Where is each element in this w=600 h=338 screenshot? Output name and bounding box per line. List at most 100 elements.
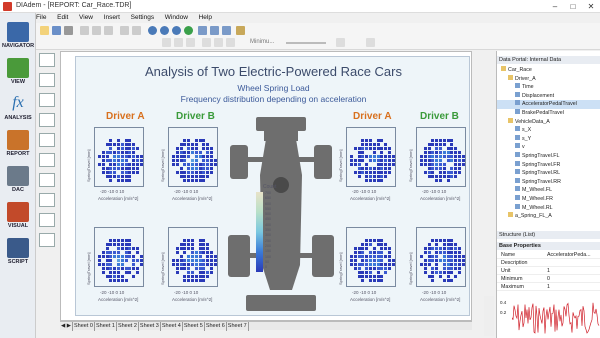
nav-dac[interactable]: DAC — [2, 166, 34, 200]
nav-visual[interactable]: VISUAL — [2, 202, 34, 236]
tree-item[interactable]: SpringTravel.FL — [497, 151, 600, 161]
3d-plot-icon[interactable] — [39, 213, 55, 227]
zoom-combo[interactable]: Minimu... — [250, 39, 274, 45]
open-icon[interactable] — [40, 26, 49, 35]
tree-item[interactable]: BrakePedalTravel — [497, 108, 600, 118]
cut-icon[interactable] — [80, 26, 89, 35]
heatmap-cell — [365, 175, 369, 178]
tab-sheet-2[interactable]: Sheet 2 — [117, 322, 139, 331]
nav-navigator[interactable]: NAVIGATOR — [2, 22, 34, 56]
nav-report[interactable]: REPORT — [2, 130, 34, 164]
tree-item[interactable]: s_Y — [497, 134, 600, 144]
close-button[interactable]: ✕ — [582, 1, 600, 12]
align-right-icon[interactable] — [226, 38, 235, 47]
align-icon[interactable] — [222, 26, 231, 35]
menu-insert[interactable]: Insert — [104, 13, 120, 23]
splitter[interactable] — [473, 51, 495, 321]
settings-icon[interactable] — [39, 233, 55, 247]
props-scrollbar[interactable] — [484, 296, 494, 336]
line-color-icon[interactable] — [366, 38, 375, 47]
menu-settings[interactable]: Settings — [131, 13, 155, 23]
heatmap-rr-driver-b[interactable] — [416, 227, 466, 287]
tree-item[interactable]: M_Wheel.FR — [497, 194, 600, 204]
property-row[interactable]: Maximum 1 — [497, 283, 600, 291]
heatmap-fl-driver-b[interactable] — [168, 127, 218, 187]
nav-view[interactable]: VIEW — [2, 58, 34, 92]
layout-icon[interactable] — [198, 26, 207, 35]
heatmap-fr-driver-b[interactable] — [416, 127, 466, 187]
property-row[interactable]: Minimum 0 — [497, 275, 600, 283]
print-icon[interactable] — [64, 26, 73, 35]
fill-icon[interactable] — [336, 38, 345, 47]
menu-view[interactable]: View — [79, 13, 93, 23]
align-left-icon[interactable] — [202, 38, 211, 47]
tree-item[interactable]: AcceleratorPedalTravel — [497, 100, 600, 109]
tab-sheet-1[interactable]: Sheet 1 — [95, 322, 117, 331]
line-icon[interactable] — [39, 193, 55, 207]
zoom-in-icon[interactable] — [148, 26, 157, 35]
channel-tree[interactable]: Car_Race Driver_A Time Displacement Accelera… — [497, 66, 600, 221]
tree-item[interactable]: SpringTravel.RR — [497, 177, 600, 187]
tree-item[interactable]: SpringTravel.RL — [497, 169, 600, 178]
maximize-button[interactable]: □ — [564, 1, 582, 12]
grid-icon[interactable] — [210, 26, 219, 35]
export-icon[interactable] — [236, 26, 245, 35]
property-row[interactable]: Description — [497, 259, 600, 267]
tree-item[interactable]: SpringTravel.FR — [497, 160, 600, 170]
sheet-nav[interactable]: ◀ ▶ — [60, 322, 73, 331]
heatmap-rr-driver-a[interactable] — [346, 227, 396, 287]
tab-sheet-3[interactable]: Sheet 3 — [139, 322, 161, 331]
text-icon[interactable] — [39, 153, 55, 167]
tab-sheet-6[interactable]: Sheet 6 — [205, 322, 227, 331]
menu-file[interactable]: File — [36, 13, 46, 23]
tree-item[interactable]: v — [497, 143, 600, 152]
image-icon[interactable] — [39, 133, 55, 147]
axis-system-icon[interactable] — [39, 73, 55, 87]
heatmap-rl-driver-b[interactable] — [168, 227, 218, 287]
structure-header[interactable]: Structure (List) — [497, 231, 600, 239]
tree-item[interactable]: Car_Race — [497, 66, 600, 75]
property-row[interactable]: Unit 1 — [497, 267, 600, 275]
tree-item[interactable]: VehicleData_A — [497, 117, 600, 127]
zoom-slider[interactable] — [286, 42, 326, 44]
polar-plot-icon[interactable] — [39, 113, 55, 127]
refresh-icon[interactable] — [184, 26, 193, 35]
tab-sheet-5[interactable]: Sheet 5 — [183, 322, 205, 331]
zoom-fit-icon[interactable] — [172, 26, 181, 35]
save-icon[interactable] — [52, 26, 61, 35]
shape-icon[interactable] — [39, 173, 55, 187]
report-page[interactable]: Analysis of Two Electric-Powered Race Ca… — [75, 56, 470, 316]
nav-script[interactable]: SCRIPT — [2, 238, 34, 272]
tree-item[interactable]: Driver_A — [497, 74, 600, 84]
minimize-button[interactable]: – — [546, 1, 564, 12]
copy-icon[interactable] — [92, 26, 101, 35]
heatmap-cell — [442, 259, 446, 262]
menu-help[interactable]: Help — [199, 13, 212, 23]
table-icon[interactable] — [39, 93, 55, 107]
tree-item[interactable]: a_Spring_FL_A — [497, 212, 600, 221]
tab-sheet-0[interactable]: Sheet 0 — [73, 322, 95, 331]
paste-icon[interactable] — [104, 26, 113, 35]
nav-analysis[interactable]: fx ANALYSIS — [2, 94, 34, 128]
heatmap-fl-driver-a[interactable] — [94, 127, 144, 187]
bold-icon[interactable] — [162, 38, 171, 47]
property-row[interactable]: Name AcceleratorPeda... — [497, 251, 600, 259]
redo-icon[interactable] — [132, 26, 141, 35]
undo-icon[interactable] — [120, 26, 129, 35]
tree-item[interactable]: M_Wheel.RL — [497, 203, 600, 213]
new-report-icon[interactable] — [39, 53, 55, 67]
underline-icon[interactable] — [186, 38, 195, 47]
tree-item[interactable]: Time — [497, 83, 600, 92]
tree-item[interactable]: M_Wheel.FL — [497, 186, 600, 195]
tree-item[interactable]: Displacement — [497, 91, 600, 101]
menu-window[interactable]: Window — [165, 13, 188, 23]
tree-item[interactable]: s_X — [497, 126, 600, 135]
heatmap-fr-driver-a[interactable] — [346, 127, 396, 187]
italic-icon[interactable] — [174, 38, 183, 47]
tab-sheet-4[interactable]: Sheet 4 — [161, 322, 183, 331]
menu-edit[interactable]: Edit — [57, 13, 68, 23]
heatmap-rl-driver-a[interactable] — [94, 227, 144, 287]
align-center-icon[interactable] — [214, 38, 223, 47]
zoom-out-icon[interactable] — [160, 26, 169, 35]
tab-sheet-7[interactable]: Sheet 7 — [227, 322, 249, 331]
